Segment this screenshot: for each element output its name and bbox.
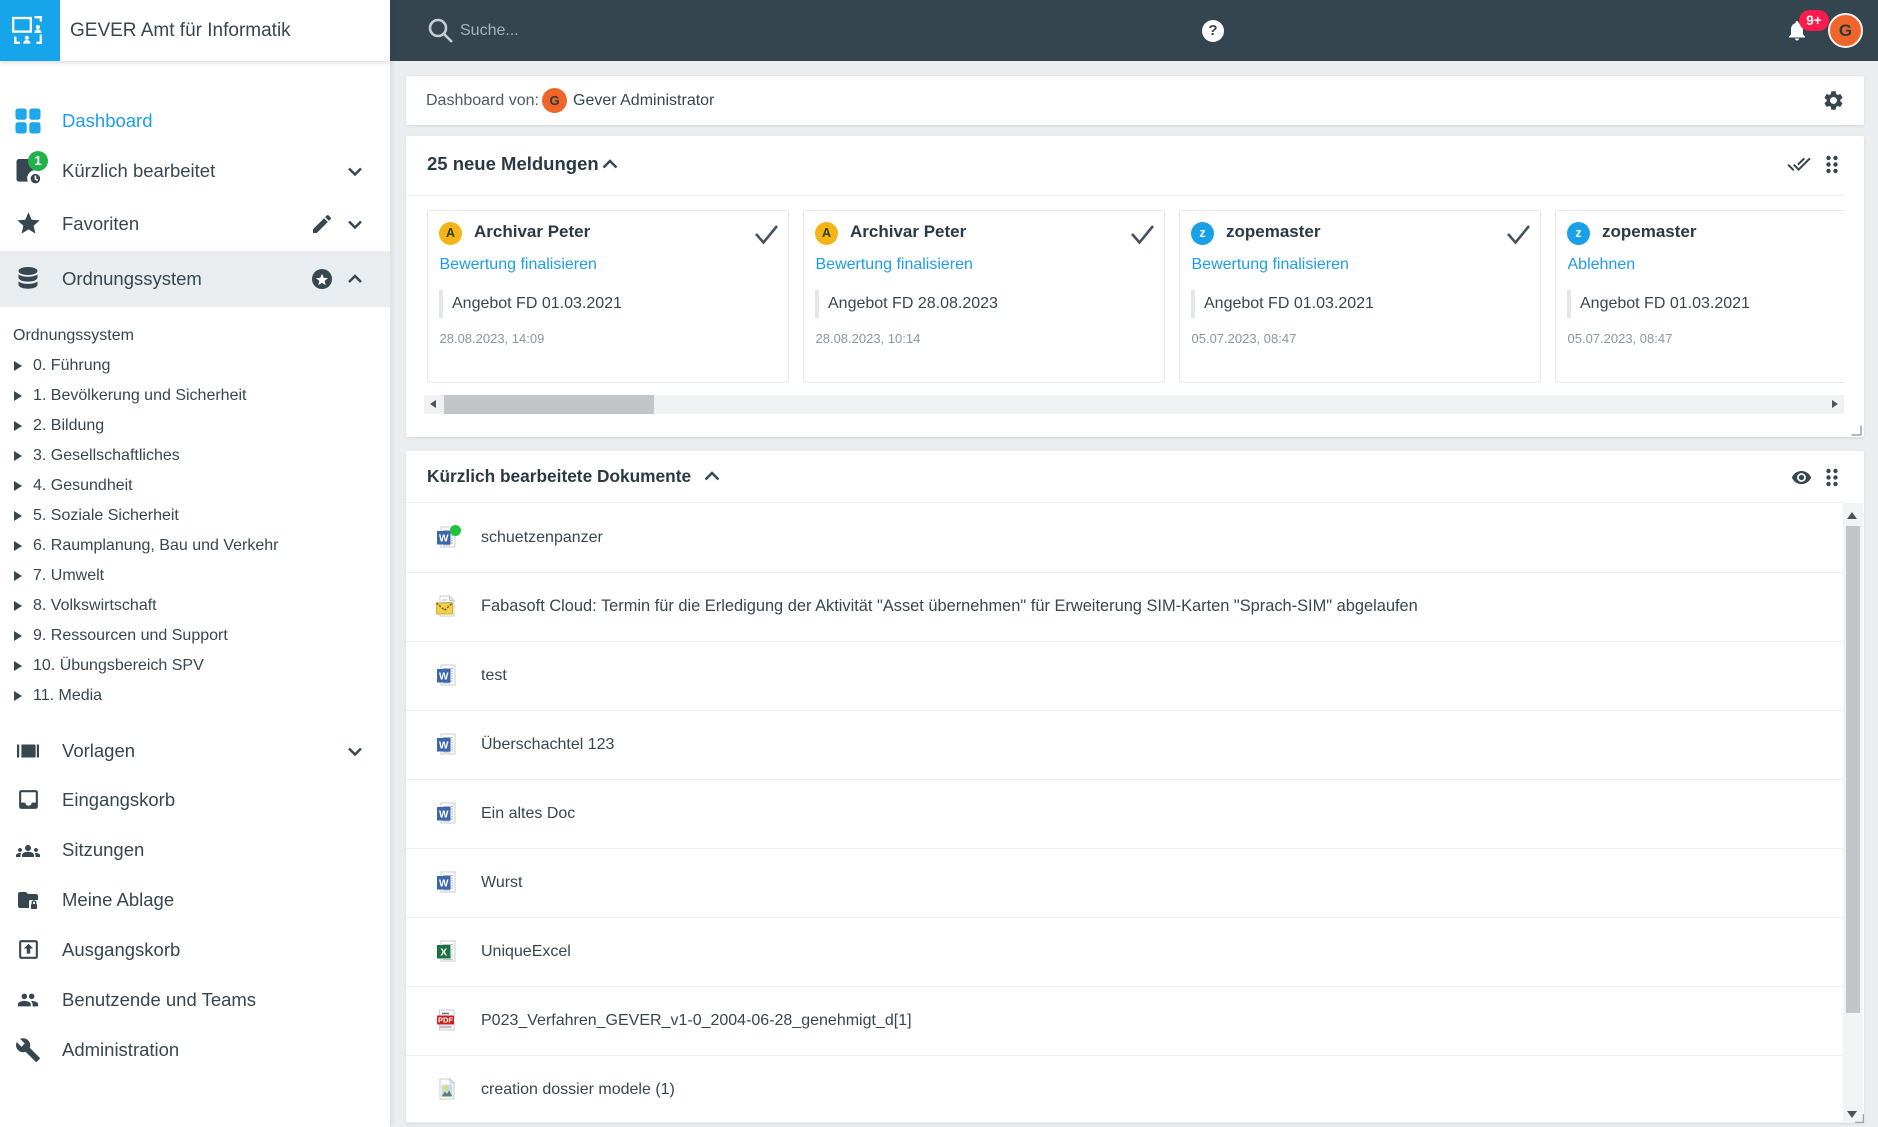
svg-text:W: W	[439, 879, 449, 890]
svg-text:W: W	[439, 672, 449, 683]
svg-text:W: W	[439, 534, 449, 545]
svg-text:W: W	[439, 741, 449, 752]
svg-text:X: X	[440, 948, 447, 959]
svg-text:PDF: PDF	[438, 1016, 453, 1025]
svg-text:W: W	[439, 810, 449, 821]
